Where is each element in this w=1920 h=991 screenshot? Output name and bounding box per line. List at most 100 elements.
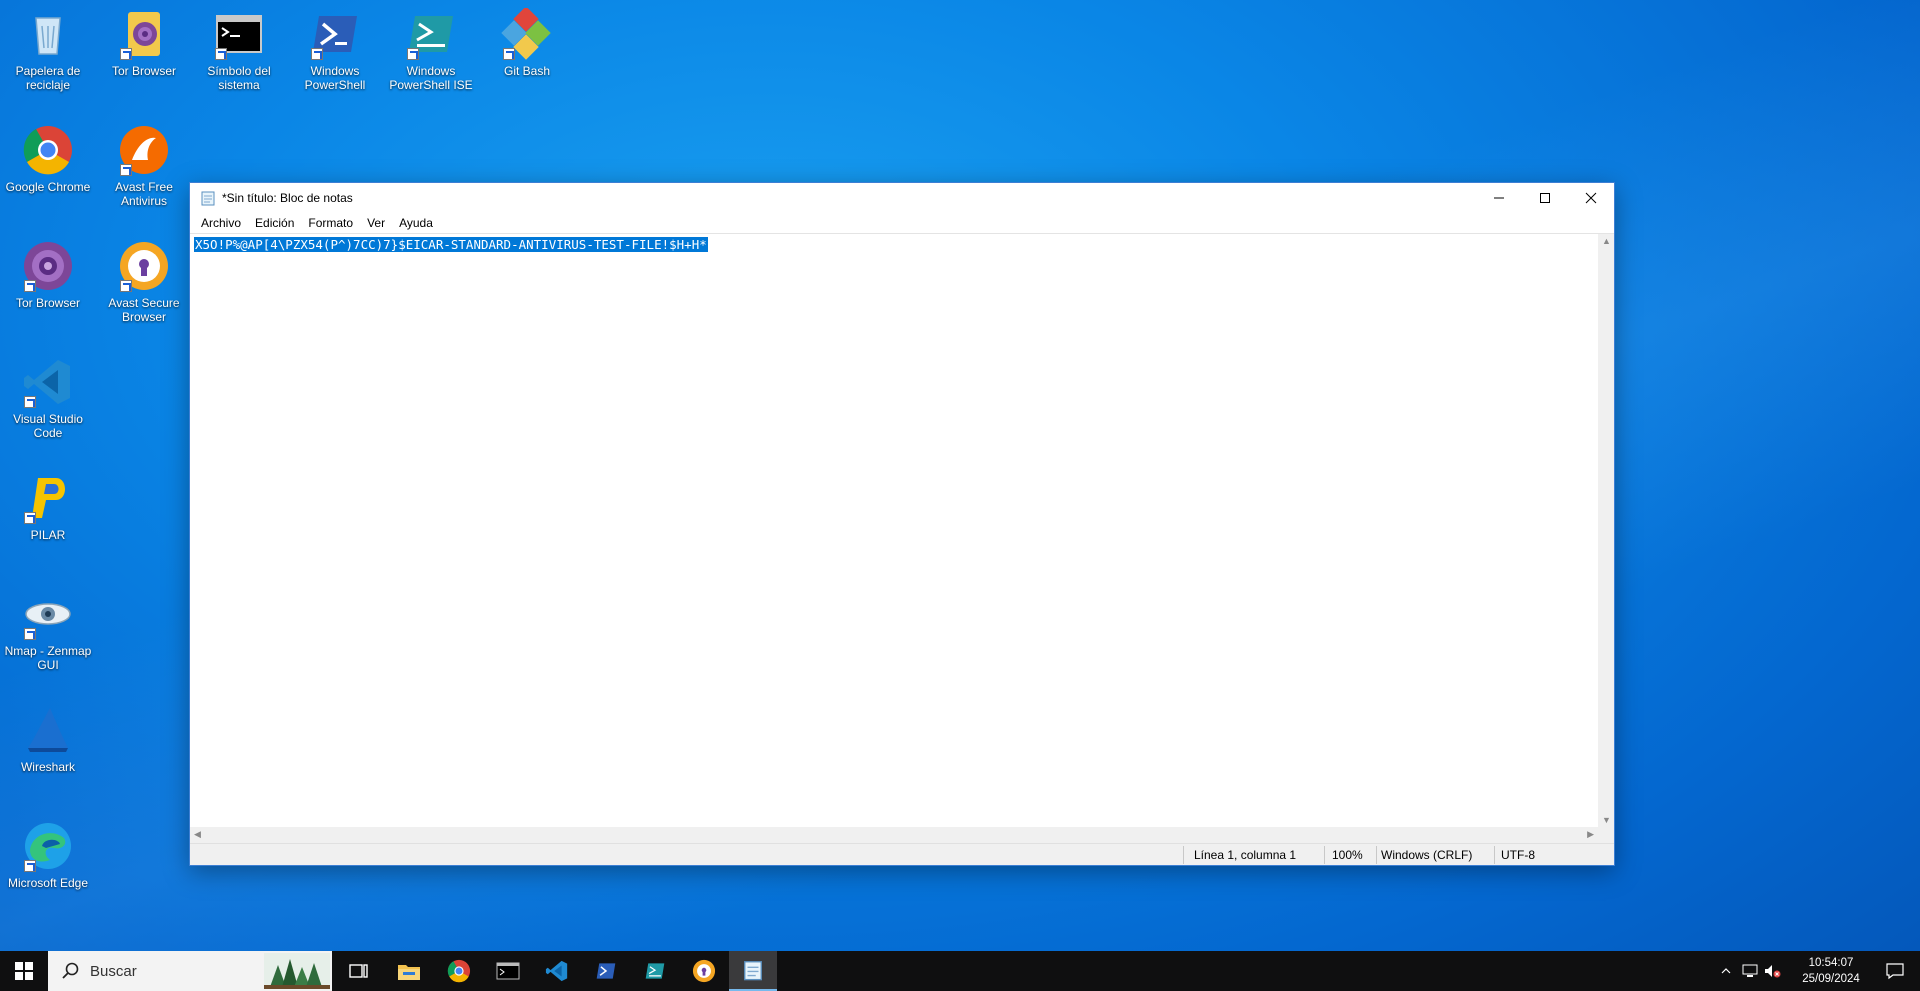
- title-bar[interactable]: *Sin título: Bloc de notas: [190, 183, 1614, 213]
- terminal-taskbar-button[interactable]: [484, 951, 532, 991]
- status-divider: [1494, 846, 1495, 864]
- taskbar: Buscar 10:54:07 25/09/2024: [0, 951, 1920, 991]
- scroll-left-icon[interactable]: ◀: [194, 829, 201, 840]
- chrome-icon: [22, 124, 74, 176]
- volume-muted-icon[interactable]: [1764, 964, 1782, 978]
- close-button[interactable]: [1568, 183, 1614, 213]
- status-bar: Línea 1, columna 1 100% Windows (CRLF) U…: [190, 843, 1614, 865]
- status-divider: [1183, 846, 1184, 864]
- powershell-icon: [309, 8, 361, 60]
- menu-edicion[interactable]: Edición: [248, 216, 301, 230]
- maximize-icon: [1540, 193, 1550, 203]
- vscode-taskbar-button[interactable]: [533, 951, 581, 991]
- desktop-icon-avast[interactable]: Avast Free Antivirus: [98, 118, 190, 228]
- editor[interactable]: X5O!P%@AP[4\PZX54(P^)7CC)7}$EICAR-STANDA…: [190, 233, 1614, 843]
- desktop-icon-label: Nmap - Zenmap GUI: [4, 644, 92, 672]
- clock[interactable]: 10:54:07 25/09/2024: [1796, 955, 1866, 987]
- desktop-icon-powershell-ise[interactable]: Windows PowerShell ISE: [385, 2, 477, 112]
- avast-icon: [118, 124, 170, 176]
- status-divider: [1324, 846, 1325, 864]
- tor-browser-icon: [118, 8, 170, 60]
- horizontal-scrollbar[interactable]: ◀ ▶: [190, 827, 1598, 843]
- start-button[interactable]: [0, 951, 48, 991]
- minimize-icon: [1494, 197, 1504, 199]
- close-icon: [1585, 192, 1597, 204]
- powershell-taskbar-button[interactable]: [582, 951, 630, 991]
- git-bash-icon: [501, 8, 553, 60]
- desktop-icon-recycle-bin[interactable]: Papelera de reciclaje: [2, 2, 94, 112]
- desktop-icon-label: Tor Browser: [111, 64, 176, 78]
- notepad-taskbar-button[interactable]: [729, 951, 777, 991]
- desktop-icon-label: Wireshark: [20, 760, 75, 774]
- chevron-up-icon[interactable]: [1720, 965, 1732, 977]
- desktop-icon-wireshark[interactable]: Wireshark: [2, 698, 94, 808]
- notifications-icon[interactable]: [1886, 962, 1904, 980]
- desktop-icon-git-bash[interactable]: Git Bash: [481, 2, 573, 112]
- desktop-icon-label: Windows PowerShell: [304, 64, 366, 92]
- scroll-right-icon[interactable]: ▶: [1587, 829, 1594, 840]
- scroll-down-icon[interactable]: ▼: [1602, 815, 1611, 825]
- desktop-icon-avast-secure-browser[interactable]: Avast Secure Browser: [98, 234, 190, 344]
- text-area[interactable]: X5O!P%@AP[4\PZX54(P^)7CC)7}$EICAR-STANDA…: [190, 234, 1598, 827]
- chrome-taskbar-button[interactable]: [435, 951, 483, 991]
- windows-logo-icon: [15, 962, 33, 980]
- edge-icon: [22, 820, 74, 872]
- scrollbar-corner: [1598, 827, 1614, 843]
- menu-bar: Archivo Edición Formato Ver Ayuda: [190, 213, 1614, 233]
- avast-secure-browser-taskbar-button[interactable]: [680, 951, 728, 991]
- powershell-ise-icon: [405, 8, 457, 60]
- command-prompt-icon: [213, 8, 265, 60]
- scroll-up-icon[interactable]: ▲: [1602, 236, 1611, 246]
- desktop-icon-nmap[interactable]: Nmap - Zenmap GUI: [2, 582, 94, 692]
- nmap-icon: [22, 588, 74, 640]
- selected-text[interactable]: X5O!P%@AP[4\PZX54(P^)7CC)7}$EICAR-STANDA…: [194, 237, 708, 252]
- desktop-icon-label: Avast Free Antivirus: [115, 180, 173, 208]
- search-highlight-icon: [264, 953, 330, 989]
- menu-archivo[interactable]: Archivo: [194, 216, 248, 230]
- clock-time: 10:54:07: [1808, 957, 1854, 969]
- search-box[interactable]: Buscar: [48, 951, 332, 991]
- maximize-button[interactable]: [1522, 183, 1568, 213]
- powershell-icon: [596, 963, 616, 979]
- notepad-icon: [744, 961, 762, 981]
- search-icon: [62, 962, 79, 979]
- notepad-icon: [201, 191, 215, 206]
- file-explorer-button[interactable]: [385, 951, 433, 991]
- avast-secure-browser-icon: [118, 240, 170, 292]
- desktop-icon-command-prompt[interactable]: Símbolo del sistema: [193, 2, 285, 112]
- status-zoom: 100%: [1332, 848, 1363, 862]
- desktop-icon-tor-browser-2[interactable]: Tor Browser: [2, 234, 94, 344]
- task-view-button[interactable]: [335, 951, 383, 991]
- desktop-icon-edge[interactable]: Microsoft Edge: [2, 814, 94, 924]
- desktop-icon-tor-browser[interactable]: Tor Browser: [98, 2, 190, 112]
- tor-browser-icon: [22, 240, 74, 292]
- file-explorer-icon: [398, 965, 420, 980]
- notepad-window[interactable]: *Sin título: Bloc de notas Archivo Edici…: [189, 182, 1615, 866]
- desktop-icon-label: Microsoft Edge: [7, 876, 89, 890]
- desktop-icon-label: Símbolo del sistema: [207, 64, 271, 92]
- powershell-ise-taskbar-button[interactable]: [631, 951, 679, 991]
- desktop-icon-label: Papelera de reciclaje: [15, 64, 81, 92]
- status-line-ending: Windows (CRLF): [1381, 848, 1473, 862]
- clock-date: 25/09/2024: [1802, 973, 1860, 985]
- menu-ver[interactable]: Ver: [360, 216, 392, 230]
- network-icon[interactable]: [1742, 964, 1758, 978]
- desktop-icon-label: Visual Studio Code: [13, 412, 83, 440]
- minimize-button[interactable]: [1476, 183, 1522, 213]
- menu-ayuda[interactable]: Ayuda: [392, 216, 440, 230]
- vertical-scrollbar[interactable]: ▲ ▼: [1598, 234, 1614, 827]
- desktop-icon-pilar[interactable]: PILAR: [2, 466, 94, 576]
- wireshark-icon: [22, 704, 74, 756]
- desktop-icon-vscode[interactable]: Visual Studio Code: [2, 350, 94, 460]
- search-placeholder: Buscar: [90, 962, 137, 980]
- desktop-icon-chrome[interactable]: Google Chrome: [2, 118, 94, 228]
- desktop-icon-label: PILAR: [30, 528, 66, 542]
- recycle-bin-icon: [22, 8, 74, 60]
- powershell-ise-icon: [645, 963, 665, 979]
- avast-secure-browser-icon: [692, 959, 716, 983]
- vscode-icon: [22, 356, 74, 408]
- pilar-icon: [22, 472, 74, 524]
- menu-formato[interactable]: Formato: [301, 216, 360, 230]
- desktop-icon-powershell[interactable]: Windows PowerShell: [289, 2, 381, 112]
- desktop-icon-label: Google Chrome: [5, 180, 91, 194]
